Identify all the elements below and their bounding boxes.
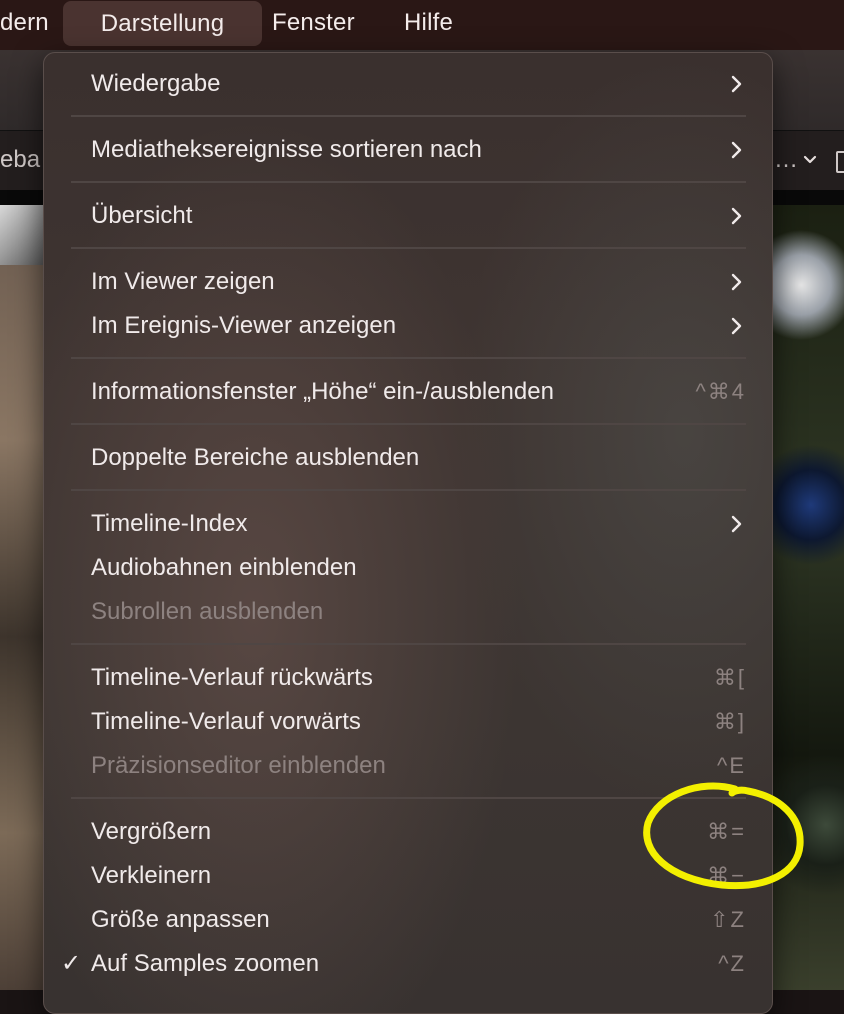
menu-separator — [71, 115, 746, 117]
menu-separator — [71, 247, 746, 249]
menubar-item-fenster[interactable]: Fenster — [272, 0, 355, 47]
menu-item-informationsfenster-hoehe[interactable]: Informationsfenster „Höhe“ ein-/ausblend… — [91, 372, 746, 412]
menu-bar: dern Darstellung Fenster Hilfe — [0, 0, 844, 50]
menu-item-im-ereignis-viewer-anzeigen[interactable]: Im Ereignis-Viewer anzeigen — [91, 306, 746, 346]
menu-item-shortcut: ⇧Z — [710, 907, 746, 932]
submenu-chevron-icon — [726, 64, 746, 104]
menubar-item-bearbeiten[interactable]: dern — [0, 0, 49, 47]
menu-item-label: Vergrößern — [91, 818, 212, 845]
menu-item-label: Wiedergabe — [91, 70, 221, 97]
menu-item-label: Timeline-Index — [91, 510, 248, 537]
menu-item-timeline-verlauf-rueckwaerts[interactable]: Timeline-Verlauf rückwärts ⌘[ — [91, 658, 746, 698]
menu-item-im-viewer-zeigen[interactable]: Im Viewer zeigen — [91, 262, 746, 302]
chevron-down-icon[interactable] — [802, 153, 818, 171]
menu-item-subrollen-ausblenden: Subrollen ausblenden — [91, 592, 746, 632]
menu-item-shortcut: ^Z — [718, 951, 746, 976]
menu-item-label: Auf Samples zoomen — [91, 950, 320, 977]
menu-item-label: Informationsfenster „Höhe“ ein-/ausblend… — [91, 378, 554, 405]
checkmark-icon: ✓ — [61, 950, 82, 977]
menu-item-shortcut: ^⌘4 — [695, 379, 746, 404]
submenu-chevron-icon — [726, 130, 746, 170]
annotation-circle — [643, 782, 804, 890]
menu-item-timeline-index[interactable]: Timeline-Index — [91, 504, 746, 544]
menu-item-timeline-verlauf-vorwaerts[interactable]: Timeline-Verlauf vorwärts ⌘] — [91, 702, 746, 742]
menu-item-label: Im Viewer zeigen — [91, 268, 275, 295]
menu-item-label: Im Ereignis-Viewer anzeigen — [91, 312, 397, 339]
browser-header-label: eba — [0, 146, 41, 173]
menu-separator — [71, 181, 746, 183]
menu-separator — [71, 489, 746, 491]
truncated-label: … — [774, 146, 798, 173]
viewer-image-left — [0, 205, 44, 990]
menu-item-label: Mediatheksereignisse sortieren nach — [91, 136, 482, 163]
submenu-chevron-icon — [726, 504, 746, 544]
menubar-item-darstellung[interactable]: Darstellung — [63, 1, 262, 46]
menu-item-audiobahnen-einblenden[interactable]: Audiobahnen einblenden — [91, 548, 746, 588]
menu-item-label: Doppelte Bereiche ausblenden — [91, 444, 420, 471]
menu-item-groesse-anpassen[interactable]: Größe anpassen ⇧Z — [91, 900, 746, 940]
menu-item-label: Subrollen ausblenden — [91, 598, 324, 625]
submenu-chevron-icon — [726, 306, 746, 346]
menubar-item-hilfe[interactable]: Hilfe — [404, 0, 453, 47]
menu-separator — [71, 423, 746, 425]
menu-separator — [71, 643, 746, 645]
menu-separator — [71, 357, 746, 359]
panel-icon[interactable] — [836, 151, 844, 173]
menu-item-label: Verkleinern — [91, 862, 212, 889]
menu-item-auf-samples-zoomen[interactable]: ✓ Auf Samples zoomen ^Z — [61, 944, 746, 984]
submenu-chevron-icon — [726, 262, 746, 302]
menu-item-label: Timeline-Verlauf rückwärts — [91, 664, 373, 691]
menu-item-label: Audiobahnen einblenden — [91, 554, 357, 581]
menu-item-shortcut: ⌘] — [713, 709, 746, 734]
submenu-chevron-icon — [726, 196, 746, 236]
menu-item-mediatheksereignisse-sortieren[interactable]: Mediatheksereignisse sortieren nach — [91, 130, 746, 170]
menu-item-wiedergabe[interactable]: Wiedergabe — [91, 64, 746, 104]
menu-item-doppelte-bereiche-ausblenden[interactable]: Doppelte Bereiche ausblenden — [91, 438, 746, 478]
menu-item-label: Übersicht — [91, 202, 193, 229]
menu-item-label: Größe anpassen — [91, 906, 270, 933]
menu-item-uebersicht[interactable]: Übersicht — [91, 196, 746, 236]
menu-item-label: Timeline-Verlauf vorwärts — [91, 708, 361, 735]
menu-item-label: Präzisionseditor einblenden — [91, 752, 386, 779]
menu-item-shortcut: ⌘[ — [713, 665, 746, 690]
